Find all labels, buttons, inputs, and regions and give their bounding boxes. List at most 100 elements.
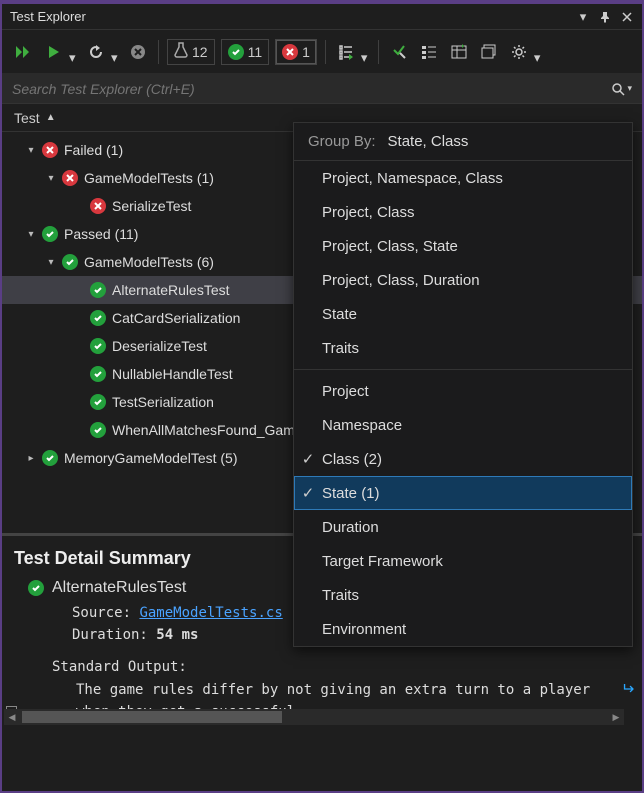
menu-item[interactable]: ✓ Class (2) (294, 442, 632, 476)
menu-item-label: Project (322, 383, 369, 400)
repeat-button[interactable] (84, 40, 108, 64)
sort-asc-icon: ▲ (46, 112, 56, 123)
group-by-button[interactable] (417, 40, 441, 64)
pass-icon (42, 226, 58, 242)
run-button[interactable] (42, 40, 66, 64)
toolbar: ▾ ▾ 12 11 1 ▾ (2, 30, 642, 74)
playlist-button[interactable] (334, 40, 358, 64)
menu-item[interactable]: ✓ State (1) (294, 476, 632, 510)
source-link[interactable]: GameModelTests.cs (139, 605, 282, 621)
scrollbar-thumb[interactable] (22, 711, 282, 723)
fail-icon (62, 170, 78, 186)
pass-icon (90, 338, 106, 354)
total-counter[interactable]: 12 (167, 39, 215, 65)
check-icon: ✓ (300, 484, 316, 502)
repeat-dropdown-icon[interactable]: ▾ (111, 50, 118, 54)
expand-icon[interactable]: ▾ (46, 173, 56, 184)
tree-row-label: CatCardSerialization (112, 310, 240, 326)
menu-item[interactable]: Project, Class, Duration (294, 263, 632, 297)
wrap-icon: ↵ (621, 679, 634, 699)
tree-row-label: Failed (1) (64, 142, 123, 158)
menu-item[interactable]: Duration (294, 510, 632, 544)
menu-item-label: Duration (322, 519, 379, 536)
tree-row-label: DeserializeTest (112, 338, 207, 354)
menu-item[interactable]: Project, Class (294, 195, 632, 229)
menu-item[interactable]: Project, Namespace, Class (294, 161, 632, 195)
expand-icon[interactable]: ▸ (26, 453, 36, 464)
menu-item[interactable]: State (294, 297, 632, 331)
tree-row-label: Passed (11) (64, 226, 138, 242)
menu-item-label: Target Framework (322, 553, 443, 570)
pass-icon (90, 282, 106, 298)
title-bar: Test Explorer ▾ (2, 4, 642, 30)
run-dropdown-icon[interactable]: ▾ (69, 50, 76, 54)
horizontal-scrollbar[interactable]: ◀ ▶ (4, 709, 624, 725)
source-label: Source: (72, 605, 131, 621)
total-count: 12 (192, 44, 208, 60)
duration-value: 54 ms (156, 627, 198, 643)
menu-item[interactable]: Project (294, 374, 632, 408)
pass-icon (42, 450, 58, 466)
search-icon[interactable]: ▾ (611, 82, 632, 96)
separator (325, 40, 326, 64)
stop-button[interactable] (126, 40, 150, 64)
pass-icon (228, 44, 244, 60)
duration-label: Duration: (72, 627, 148, 643)
tree-row-label: TestSerialization (112, 394, 214, 410)
tree-row-label: AlternateRulesTest (112, 282, 230, 298)
scroll-right-icon[interactable]: ▶ (608, 709, 624, 725)
search-input[interactable] (12, 81, 611, 97)
flask-icon (174, 42, 188, 61)
separator (378, 40, 379, 64)
tree-row-label: MemoryGameModelTest (5) (64, 450, 238, 466)
detail-test-name: AlternateRulesTest (52, 579, 186, 597)
pin-icon[interactable] (594, 6, 616, 28)
menu-header-label: Group By: (308, 133, 376, 150)
playlist-dropdown-icon[interactable]: ▾ (361, 50, 368, 54)
passed-counter[interactable]: 11 (221, 39, 270, 65)
settings-dropdown-icon[interactable]: ▾ (534, 50, 541, 54)
menu-item-label: State (1) (322, 485, 380, 502)
expand-icon[interactable]: ▾ (46, 257, 56, 268)
menu-item[interactable]: Namespace (294, 408, 632, 442)
search-bar: ▾ (2, 74, 642, 104)
tree-row-label: GameModelTests (6) (84, 254, 214, 270)
close-icon[interactable] (616, 6, 638, 28)
fail-icon (90, 198, 106, 214)
pass-icon (90, 422, 106, 438)
menu-item[interactable]: Target Framework (294, 544, 632, 578)
tree-row-label: GameModelTests (1) (84, 170, 214, 186)
tree-row-label: SerializeTest (112, 198, 191, 214)
passed-count: 11 (248, 44, 263, 60)
group-by-menu: Group By: State, Class Project, Namespac… (293, 122, 633, 647)
menu-item[interactable]: Environment (294, 612, 632, 646)
check-icon: ✓ (300, 450, 316, 468)
menu-separator (294, 369, 632, 370)
menu-item-label: Class (2) (322, 451, 382, 468)
columns-button[interactable] (447, 40, 471, 64)
run-all-button[interactable] (12, 40, 36, 64)
settings-button[interactable] (507, 40, 531, 64)
list-header-label: Test (14, 110, 40, 126)
menu-item[interactable]: Traits (294, 331, 632, 365)
fail-icon (42, 142, 58, 158)
tree-row-label: NullableHandleTest (112, 366, 233, 382)
pass-icon (90, 310, 106, 326)
scroll-left-icon[interactable]: ◀ (4, 709, 20, 725)
fail-icon (282, 44, 298, 60)
windows-button[interactable] (477, 40, 501, 64)
counter-group: 12 11 1 (167, 39, 317, 65)
menu-header-value: State, Class (388, 133, 469, 150)
pass-icon (28, 580, 44, 596)
pass-icon (90, 394, 106, 410)
pass-icon (90, 366, 106, 382)
dropdown-icon[interactable]: ▾ (572, 6, 594, 28)
expand-icon[interactable]: ▾ (26, 229, 36, 240)
menu-item[interactable]: Traits (294, 578, 632, 612)
stdout-label: Standard Output: (14, 659, 630, 675)
menu-item[interactable]: Project, Class, State (294, 229, 632, 263)
failed-counter[interactable]: 1 (275, 39, 317, 65)
pass-icon (62, 254, 78, 270)
run-after-build-button[interactable] (387, 40, 411, 64)
expand-icon[interactable]: ▾ (26, 145, 36, 156)
